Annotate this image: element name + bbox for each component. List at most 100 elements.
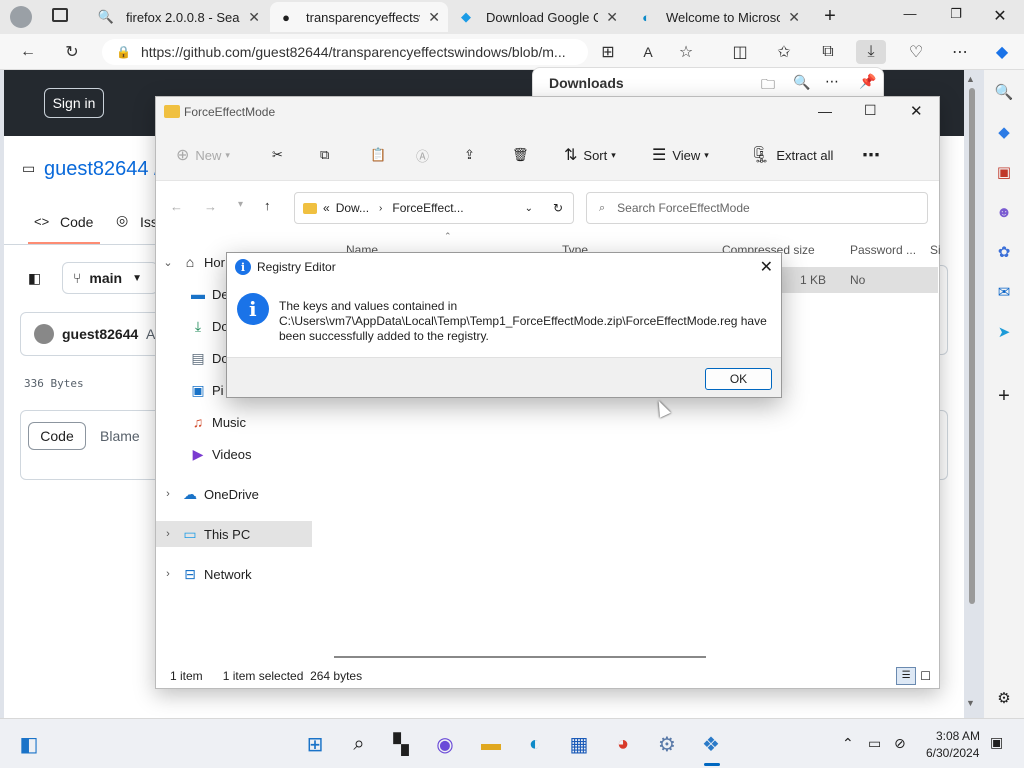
app-icon[interactable]: ⚙ [652, 729, 682, 759]
scroll-up-icon[interactable]: ▲ [966, 74, 975, 84]
sort-button[interactable]: ⇅ Sort ▾ [564, 143, 616, 167]
more-icon[interactable]: ⋯ [862, 143, 880, 167]
add-sidebar-icon[interactable]: + [992, 384, 1016, 408]
file-explorer-icon[interactable]: ▬ [476, 729, 506, 759]
scroll-down-icon[interactable]: ▼ [966, 698, 975, 708]
clock-date[interactable]: 6/30/2024 [926, 746, 979, 760]
file-tree-toggle-icon[interactable]: ◧ [28, 270, 41, 287]
details-view-icon[interactable]: ☰ [896, 667, 917, 685]
tab-download-chrome[interactable]: ◆ Download Google Chrome ✕ [450, 2, 626, 32]
col-header-size[interactable]: Si [930, 243, 941, 257]
dialog-close-button[interactable]: ✕ [760, 257, 773, 277]
more-options-icon[interactable]: ⋯ [825, 73, 839, 90]
breadcrumb-downloads[interactable]: Dow... [336, 201, 369, 215]
back-icon[interactable]: ← [170, 199, 183, 214]
more-menu-icon[interactable]: ⋯ [948, 40, 972, 64]
nav-videos[interactable]: ▶ Videos [156, 441, 312, 467]
read-aloud-icon[interactable]: A [636, 40, 660, 64]
shopping-icon[interactable]: ◆ [992, 120, 1016, 144]
refresh-icon[interactable]: ↻ [553, 201, 563, 215]
commit-author[interactable]: guest82644 [62, 326, 138, 342]
search-icon[interactable]: ⌕ [344, 729, 374, 759]
sign-in-button[interactable]: Sign in [44, 88, 104, 118]
tiles-view-icon[interactable]: ☐ [920, 669, 931, 683]
close-tab-icon[interactable]: ✕ [248, 9, 260, 26]
app-available-icon[interactable]: ⊞ [596, 40, 620, 64]
show-hidden-icons[interactable]: ⌃ [842, 735, 854, 752]
branch-selector[interactable]: ⑂ main ▼ [62, 262, 158, 294]
breadcrumb-current[interactable]: ForceEffect... [392, 201, 463, 215]
chat-icon[interactable]: ◉ [430, 729, 460, 759]
browser-essentials-icon[interactable]: ♡ [904, 40, 928, 64]
back-icon[interactable]: ← [16, 40, 40, 64]
horizontal-scrollbar[interactable] [334, 656, 706, 658]
registry-editor-taskbar-icon[interactable]: ❖ [696, 729, 726, 759]
collections-icon[interactable]: ⧉ [816, 40, 840, 64]
tab-edge-welcome[interactable]: ◐ Welcome to Microsoft Edge ✕ [630, 2, 808, 32]
display-icon[interactable]: ▭ [868, 735, 881, 752]
cut-icon[interactable]: ✂ [272, 143, 283, 167]
rename-icon[interactable]: Ⓐ [416, 143, 429, 167]
nav-music[interactable]: ♫ Music [156, 409, 312, 435]
forward-icon[interactable]: → [204, 199, 217, 214]
people-icon[interactable]: ☻ [992, 200, 1016, 224]
explorer-maximize-button[interactable]: ☐ [864, 102, 877, 119]
downloads-icon[interactable]: ⤓ [856, 40, 886, 64]
delete-icon[interactable]: 🗑 [512, 143, 529, 167]
explorer-close-button[interactable]: ✕ [910, 102, 923, 120]
view-code-button[interactable]: Code [28, 422, 86, 450]
copilot-icon[interactable]: ◆ [990, 40, 1014, 64]
close-tab-icon[interactable]: ✕ [788, 9, 800, 26]
up-icon[interactable]: ↑ [264, 198, 271, 213]
explorer-minimize-button[interactable]: — [818, 103, 832, 119]
nav-this-pc[interactable]: › ▭ This PC [156, 521, 312, 547]
extract-all-button[interactable]: 🗜 Extract all [750, 143, 833, 167]
pin-icon[interactable]: 📌 [859, 73, 876, 90]
open-folder-icon[interactable]: 🗀 [761, 74, 775, 98]
settings-gear-icon[interactable]: ⚙ [992, 686, 1016, 710]
view-blame-button[interactable]: Blame [100, 428, 140, 444]
widgets-icon[interactable]: ◧ [14, 729, 44, 759]
col-header-password[interactable]: Password ... [850, 243, 916, 257]
close-window-button[interactable]: ✕ [990, 6, 1010, 26]
clock-time[interactable]: 3:08 AM [936, 729, 980, 743]
nav-network[interactable]: › ⊟ Network [156, 561, 312, 587]
start-button[interactable]: ⊞ [300, 729, 330, 759]
view-button[interactable]: ☰ View ▾ [652, 143, 709, 167]
nav-onedrive[interactable]: › ☁ OneDrive [156, 481, 312, 507]
chrome-icon[interactable]: ◕ [608, 729, 638, 759]
ok-button[interactable]: OK [705, 368, 772, 390]
tab-firefox-search[interactable]: 🔍 firefox 2.0.0.8 - Search ✕ [90, 2, 268, 32]
restore-button[interactable]: ❐ [946, 6, 966, 26]
refresh-icon[interactable]: ↻ [60, 40, 84, 64]
chevron-down-icon[interactable]: ⌄ [525, 203, 533, 214]
network-status-icon[interactable]: ⊘ [894, 735, 906, 752]
tab-code[interactable]: Code [60, 214, 93, 230]
favorite-star-icon[interactable]: ☆ [674, 40, 698, 64]
repo-owner-link[interactable]: guest82644 / [44, 158, 160, 181]
tab-github[interactable]: ● transparencyeffectswindows ✕ [270, 2, 448, 32]
edge-taskbar-icon[interactable]: ◐ [520, 729, 550, 759]
telegram-icon[interactable]: ➤ [992, 320, 1016, 344]
favorites-icon[interactable]: ✩ [772, 40, 796, 64]
close-tab-icon[interactable]: ✕ [606, 9, 618, 26]
tools-icon[interactable]: ▣ [992, 160, 1016, 184]
close-tab-icon[interactable]: ✕ [428, 9, 440, 26]
breadcrumb[interactable]: « Dow... › ForceEffect... ⌄ ↻ [294, 192, 574, 224]
minimize-button[interactable]: — [900, 6, 920, 26]
outlook-icon[interactable]: ✉ [992, 280, 1016, 304]
paste-icon[interactable]: 📋 [370, 143, 386, 167]
office-icon[interactable]: ✿ [992, 240, 1016, 264]
search-input[interactable]: ⌕ Search ForceEffectMode [586, 192, 928, 224]
search-icon[interactable]: 🔍 [992, 80, 1016, 104]
notification-icon[interactable]: ▣ [990, 734, 1003, 751]
split-screen-icon[interactable]: ◫ [728, 40, 752, 64]
page-scrollbar[interactable]: ▲ ▼ [966, 72, 978, 712]
recent-chevron-icon[interactable]: ▾ [238, 199, 243, 210]
search-downloads-icon[interactable]: 🔍 [793, 74, 810, 91]
share-icon[interactable]: ⇪ [464, 143, 475, 167]
url-bar[interactable]: 🔒 https://github.com/guest82644/transpar… [102, 39, 588, 65]
task-view-icon[interactable]: ▚ [386, 729, 416, 759]
profile-icon[interactable] [10, 6, 32, 28]
store-icon[interactable]: ▦ [564, 729, 594, 759]
